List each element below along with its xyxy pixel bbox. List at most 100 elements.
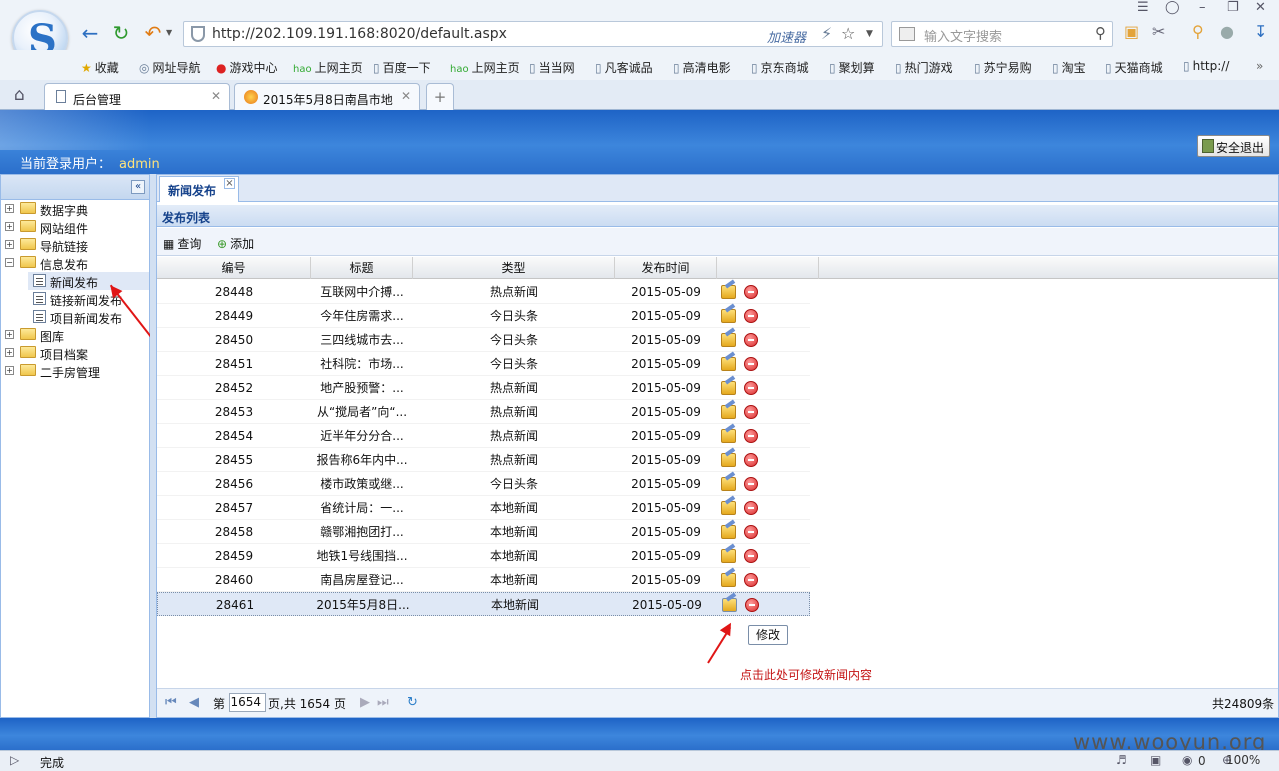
add-button[interactable]: ⊕ 添加 bbox=[217, 235, 254, 252]
table-row[interactable]: 28455 报告称6年内中... 热点新闻 2015-05-09 bbox=[157, 448, 810, 472]
volume-icon[interactable]: ♬ bbox=[1116, 753, 1127, 767]
search-icon[interactable]: ⚲ bbox=[1095, 24, 1106, 42]
tab-news-publish[interactable]: 新闻发布 × bbox=[159, 176, 239, 202]
column-header-type[interactable]: 类型 bbox=[413, 257, 615, 279]
table-row[interactable]: 28449 今年住房需求... 今日头条 2015-05-09 bbox=[157, 304, 810, 328]
table-row[interactable]: 28456 楼市政策或继... 今日头条 2015-05-09 bbox=[157, 472, 810, 496]
download-icon[interactable]: ↧ bbox=[1254, 22, 1267, 41]
restore-icon[interactable]: ❐ bbox=[1227, 0, 1239, 15]
refresh-icon[interactable]: ↻ bbox=[110, 22, 132, 44]
new-tab-button[interactable]: + bbox=[426, 83, 454, 110]
search-engine-icon[interactable] bbox=[899, 27, 915, 41]
lightning-icon[interactable]: ⚡ bbox=[821, 24, 832, 43]
menu-icon[interactable]: ☰ bbox=[1137, 0, 1149, 15]
edit-icon[interactable] bbox=[721, 525, 736, 539]
zoom-level[interactable]: 100% bbox=[1226, 753, 1260, 767]
bookmark-item[interactable]: ● 游戏中心 bbox=[216, 59, 278, 76]
edit-icon[interactable] bbox=[721, 357, 736, 371]
next-page-icon[interactable]: ▶ bbox=[360, 695, 370, 710]
delete-icon[interactable] bbox=[744, 549, 758, 563]
expand-icon[interactable]: + bbox=[5, 204, 14, 213]
bookmark-item[interactable]: ▯ 当当网 bbox=[529, 59, 575, 76]
back-icon[interactable]: ← bbox=[79, 22, 101, 44]
collapse-icon[interactable]: − bbox=[5, 258, 14, 267]
table-row[interactable]: 28459 地铁1号线围挡... 本地新闻 2015-05-09 bbox=[157, 544, 810, 568]
table-row[interactable]: 28450 三四线城市去... 今日头条 2015-05-09 bbox=[157, 328, 810, 352]
key-icon[interactable]: ⚲ bbox=[1192, 22, 1204, 41]
delete-icon[interactable] bbox=[744, 285, 758, 299]
star-icon[interactable]: ☆ bbox=[841, 24, 855, 43]
bookmark-item[interactable]: ▯ 京东商城 bbox=[751, 59, 809, 76]
undo-icon[interactable]: ↶ bbox=[142, 22, 164, 44]
close-icon[interactable]: ✕ bbox=[211, 89, 221, 103]
chevron-down-icon[interactable]: ▼ bbox=[166, 28, 172, 37]
home-icon[interactable]: ⌂ bbox=[14, 85, 25, 105]
column-header-title[interactable]: 标题 bbox=[311, 257, 413, 279]
edit-icon[interactable] bbox=[721, 501, 736, 515]
delete-icon[interactable] bbox=[744, 381, 758, 395]
delete-icon[interactable] bbox=[744, 405, 758, 419]
address-bar[interactable]: http://202.109.191.168:8020/default.aspx… bbox=[183, 21, 883, 47]
table-row[interactable]: 28461 2015年5月8日... 本地新闻 2015-05-09 bbox=[157, 592, 810, 616]
delete-icon[interactable] bbox=[744, 501, 758, 515]
chevron-down-icon[interactable]: ▼ bbox=[866, 29, 873, 39]
bookmark-item[interactable]: ▯ 百度一下 bbox=[373, 59, 431, 76]
table-row[interactable]: 28457 省统计局：一... 本地新闻 2015-05-09 bbox=[157, 496, 810, 520]
chat-icon[interactable]: ● bbox=[1220, 22, 1234, 41]
table-row[interactable]: 28460 南昌房屋登记... 本地新闻 2015-05-09 bbox=[157, 568, 810, 592]
delete-icon[interactable] bbox=[744, 357, 758, 371]
accelerator-label[interactable]: 加速器 bbox=[767, 27, 806, 46]
edit-icon[interactable] bbox=[722, 598, 737, 612]
edit-icon[interactable] bbox=[721, 333, 736, 347]
scissors-icon[interactable]: ✂ bbox=[1152, 22, 1165, 41]
bookmark-item[interactable]: ◎ 网址导航 bbox=[139, 59, 201, 76]
bookmark-item[interactable]: ▯ 热门游戏 bbox=[895, 59, 953, 76]
delete-icon[interactable] bbox=[744, 333, 758, 347]
table-row[interactable]: 28452 地产股预警：... 热点新闻 2015-05-09 bbox=[157, 376, 810, 400]
table-row[interactable]: 28453 从“搅局者”向“... 热点新闻 2015-05-09 bbox=[157, 400, 810, 424]
last-page-icon[interactable]: ⏭ bbox=[377, 695, 389, 710]
refresh-icon[interactable]: ↻ bbox=[407, 695, 418, 710]
expand-icon[interactable]: + bbox=[5, 366, 14, 375]
bookmark-item[interactable]: ▯ 高清电影 bbox=[673, 59, 731, 76]
search-box[interactable]: 输入文字搜索 ⚲ bbox=[891, 21, 1113, 47]
edit-icon[interactable] bbox=[721, 477, 736, 491]
edit-icon[interactable] bbox=[721, 549, 736, 563]
column-header-date[interactable]: 发布时间 bbox=[615, 257, 717, 279]
edit-icon[interactable] bbox=[721, 405, 736, 419]
bookmark-item[interactable]: ▯ 苏宁易购 bbox=[974, 59, 1032, 76]
edit-icon[interactable] bbox=[721, 429, 736, 443]
device-icon[interactable]: ▣ bbox=[1150, 753, 1161, 767]
bookmark-item[interactable]: ▯ 凡客诚品 bbox=[595, 59, 653, 76]
minimize-icon[interactable]: – bbox=[1199, 0, 1206, 15]
skin-icon[interactable]: ◯ bbox=[1165, 0, 1180, 15]
extension-icon[interactable]: ▣ bbox=[1124, 22, 1139, 41]
search-placeholder[interactable]: 输入文字搜索 bbox=[924, 26, 1002, 45]
delete-icon[interactable] bbox=[745, 598, 759, 612]
edit-icon[interactable] bbox=[721, 381, 736, 395]
table-row[interactable]: 28448 互联网中介搏... 热点新闻 2015-05-09 bbox=[157, 280, 810, 304]
bookmark-item[interactable]: ★ 收藏 bbox=[81, 59, 119, 76]
edit-icon[interactable] bbox=[721, 309, 736, 323]
first-page-icon[interactable]: ⏮ bbox=[165, 695, 177, 710]
close-icon[interactable]: × bbox=[224, 178, 235, 189]
logout-button[interactable]: 安全退出 bbox=[1197, 135, 1270, 157]
more-bookmarks-icon[interactable]: » bbox=[1256, 59, 1263, 73]
delete-icon[interactable] bbox=[744, 429, 758, 443]
column-header-id[interactable]: 编号 bbox=[157, 257, 311, 279]
bookmark-item[interactable]: ▯ 天猫商城 bbox=[1105, 59, 1163, 76]
expand-icon[interactable]: + bbox=[5, 240, 14, 249]
prev-page-icon[interactable]: ◀ bbox=[189, 695, 199, 710]
delete-icon[interactable] bbox=[744, 453, 758, 467]
bookmark-item[interactable]: ▯ 淘宝 bbox=[1052, 59, 1086, 76]
bookmark-item[interactable]: hao 上网主页 bbox=[450, 59, 520, 76]
collapse-panel-button[interactable]: « bbox=[131, 180, 145, 194]
browser-tab-news[interactable]: 2015年5月8日南昌市地... ✕ bbox=[234, 83, 420, 110]
close-icon[interactable]: ✕ bbox=[1255, 0, 1266, 15]
bookmark-item[interactable]: ▯ http:// bbox=[1183, 59, 1229, 73]
panel-toggle-icon[interactable]: ▷ bbox=[10, 753, 19, 767]
table-row[interactable]: 28458 赣鄂湘抱团打... 本地新闻 2015-05-09 bbox=[157, 520, 810, 544]
shield-icon[interactable]: ◉ bbox=[1182, 753, 1192, 767]
page-number-input[interactable]: 1654 bbox=[229, 693, 266, 712]
url-text[interactable]: http://202.109.191.168:8020/default.aspx bbox=[212, 26, 507, 42]
